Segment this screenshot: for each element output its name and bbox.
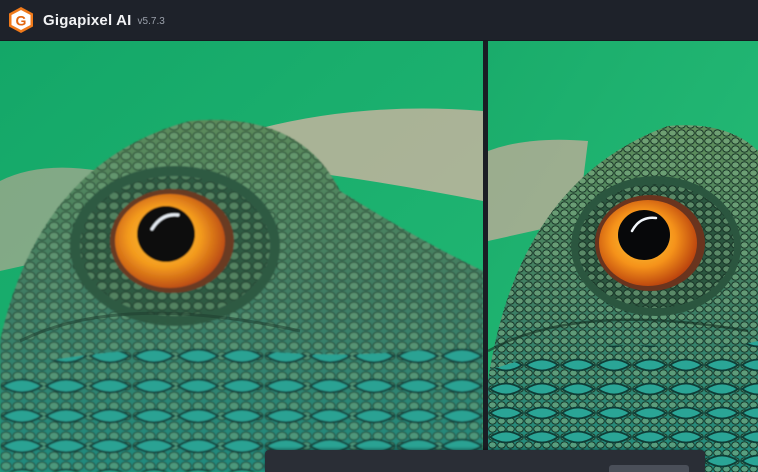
app-version: v5.7.3 bbox=[137, 16, 165, 27]
gigapixel-logo-icon: G bbox=[9, 7, 33, 33]
enhanced-preview[interactable] bbox=[488, 41, 758, 472]
bottom-control-panel bbox=[265, 450, 705, 472]
original-preview[interactable] bbox=[0, 41, 483, 472]
panel-button[interactable] bbox=[609, 465, 689, 472]
title-bar: G Gigapixel AI v5.7.3 bbox=[0, 0, 758, 41]
app-title: Gigapixel AI bbox=[43, 11, 132, 29]
svg-text:G: G bbox=[16, 13, 27, 29]
iguana-original-image bbox=[0, 41, 483, 472]
iguana-enhanced-image bbox=[488, 41, 758, 472]
preview-area[interactable] bbox=[0, 41, 758, 472]
